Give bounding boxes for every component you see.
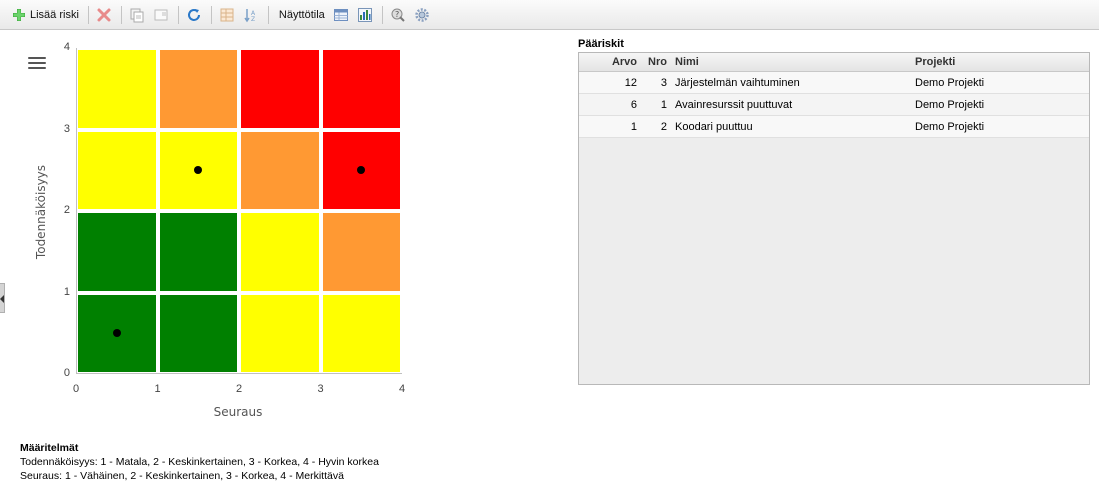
svg-text:?: ?: [395, 10, 399, 19]
settings-icon: [414, 7, 430, 23]
x-tick-label: 0: [72, 383, 80, 395]
likelihood-definition: Todennäköisyys: 1 - Matala, 2 - Keskinke…: [20, 456, 379, 468]
refresh-icon: [186, 7, 202, 23]
toolbar: Lisää riski AZ Näyttötila ?: [0, 0, 1099, 30]
copy-button[interactable]: [126, 5, 148, 25]
x-tick-label: 2: [235, 383, 243, 395]
x-tick-label: 1: [154, 383, 161, 395]
x-tick-label: 4: [398, 383, 406, 395]
matrix-cell[interactable]: [78, 213, 156, 291]
toolbar-separator: [210, 5, 212, 24]
chart-view-button[interactable]: [354, 5, 376, 25]
matrix-cell[interactable]: [241, 294, 319, 372]
y-tick-label: 3: [63, 122, 70, 135]
cell-projekti: Demo Projekti: [915, 99, 985, 111]
grid-view-icon: [333, 7, 349, 23]
cell-arvo: 6: [630, 99, 637, 111]
export-button[interactable]: [150, 5, 172, 25]
matrix-cell[interactable]: [322, 294, 400, 372]
toolbar-separator: [87, 5, 89, 24]
copy-icon: [129, 7, 145, 23]
grid-body: 12 3 Järjestelmän vaihtuminen Demo Proje…: [579, 72, 1089, 138]
sort-icon: AZ: [243, 7, 259, 23]
table-row[interactable]: 12 3 Järjestelmän vaihtuminen Demo Proje…: [579, 72, 1089, 94]
y-tick-label: 1: [63, 285, 70, 298]
x-axis-title: Seuraus: [213, 405, 263, 419]
column-header-nro[interactable]: Nro: [639, 53, 667, 72]
toolbar-separator: [177, 5, 179, 24]
add-risk-label: Lisää riski: [30, 8, 79, 21]
delete-icon: [96, 7, 112, 23]
cell-projekti: Demo Projekti: [915, 121, 985, 133]
matrix-cell[interactable]: [322, 213, 400, 291]
sort-button[interactable]: AZ: [240, 5, 262, 25]
add-icon: [11, 7, 27, 23]
column-header-projekti[interactable]: Projekti: [915, 53, 1085, 72]
main-risks-title: Pääriskit: [578, 38, 624, 50]
y-axis-title: Todennäköisyys: [34, 164, 48, 260]
definitions: Määritelmät Todennäköisyys: 1 - Matala, …: [20, 441, 379, 483]
definitions-title: Määritelmät: [20, 442, 79, 454]
table-icon: [219, 7, 235, 23]
matrix-cell[interactable]: [241, 213, 319, 291]
refresh-button[interactable]: [183, 5, 205, 25]
cell-arvo: 12: [624, 77, 637, 89]
toolbar-separator: [267, 5, 269, 24]
y-tick-label: 0: [63, 367, 70, 379]
cell-projekti: Demo Projekti: [915, 77, 985, 89]
x-tick-label: 3: [317, 383, 324, 395]
matrix-cell[interactable]: [78, 131, 156, 209]
column-header-arvo[interactable]: Arvo: [579, 53, 637, 72]
toolbar-separator: [381, 5, 383, 24]
consequence-definition: Seuraus: 1 - Vähäinen, 2 - Keskinkertain…: [20, 470, 344, 482]
column-header-nimi[interactable]: Nimi: [675, 53, 905, 72]
delete-button[interactable]: [93, 5, 115, 25]
help-icon: ?: [390, 7, 406, 23]
toolbar-separator: [120, 5, 122, 24]
add-risk-button[interactable]: Lisää riski: [8, 5, 82, 25]
matrix-cell[interactable]: [322, 50, 400, 128]
table-button[interactable]: [216, 5, 238, 25]
cell-arvo: 1: [630, 121, 637, 133]
export-icon: [153, 7, 169, 23]
main-risks-grid: Arvo Nro Nimi Projekti 12 3 Järjestelmän…: [578, 52, 1090, 385]
view-mode-button[interactable]: Näyttötila: [273, 5, 328, 25]
matrix-cell[interactable]: [159, 50, 237, 128]
settings-button[interactable]: [411, 5, 433, 25]
help-button[interactable]: ?: [387, 5, 409, 25]
matrix-cell[interactable]: [241, 131, 319, 209]
cell-nro: 3: [660, 77, 667, 89]
svg-text:Z: Z: [251, 16, 255, 23]
chart-view-icon: [357, 7, 373, 23]
y-tick-label: 4: [63, 41, 70, 53]
cell-nimi: Avainresurssit puuttuvat: [675, 99, 793, 111]
grid-header: Arvo Nro Nimi Projekti: [579, 53, 1089, 72]
view-mode-label: Näyttötila: [278, 8, 325, 21]
cell-nro: 2: [660, 121, 667, 133]
matrix-cell[interactable]: [159, 294, 237, 372]
matrix-cell[interactable]: [78, 50, 156, 128]
table-row[interactable]: 1 2 Koodari puuttuu Demo Projekti: [579, 116, 1089, 138]
table-row[interactable]: 6 1 Avainresurssit puuttuvat Demo Projek…: [579, 94, 1089, 116]
matrix-cell[interactable]: [241, 50, 319, 128]
cell-nimi: Koodari puuttuu: [675, 121, 753, 133]
collapse-panel-handle[interactable]: [0, 283, 5, 313]
matrix-cell[interactable]: [159, 213, 237, 291]
grid-view-button[interactable]: [330, 5, 352, 25]
risk-point[interactable]: [112, 329, 121, 338]
y-tick-label: 2: [63, 204, 70, 216]
chart-menu-icon[interactable]: [28, 57, 46, 71]
cell-nro: 1: [660, 99, 667, 111]
cell-nimi: Järjestelmän vaihtuminen: [675, 77, 800, 89]
